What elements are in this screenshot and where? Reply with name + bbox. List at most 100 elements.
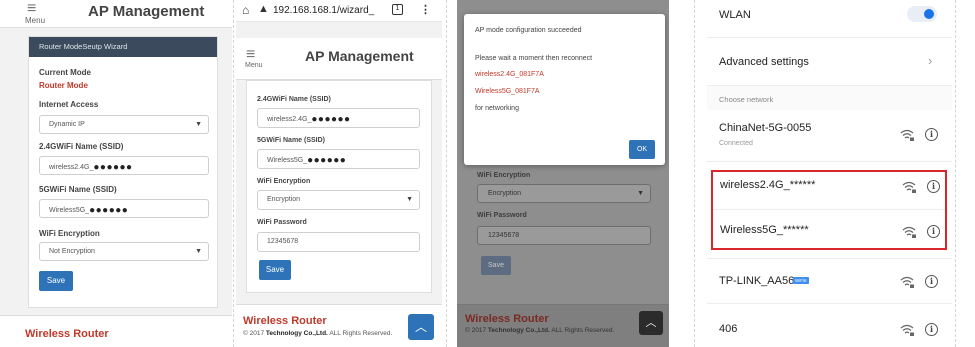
dimmed-save-button: Save: [481, 256, 511, 275]
footer-brand: Wireless Router: [465, 313, 549, 325]
wifi-lock-icon: [902, 226, 916, 238]
ssid24-prefix: wireless2.4G_: [267, 116, 312, 123]
dimmed-password-label: WiFi Password: [477, 212, 527, 219]
divider: [233, 0, 234, 347]
footer-brand: Wireless Router: [243, 315, 327, 327]
dimmed-encryption-label: WiFi Encryption: [477, 172, 531, 179]
current-mode-value: Router Mode: [39, 81, 88, 90]
footer-copyright: © 2017 Technology Co.,Ltd. ALL Rights Re…: [465, 327, 614, 334]
chevron-down-icon: ▼: [195, 248, 202, 255]
wifi-lock-icon: [902, 181, 916, 193]
password-label: WiFi Password: [257, 219, 307, 226]
scroll-top-button[interactable]: ︿: [408, 314, 434, 340]
ok-button[interactable]: OK: [629, 140, 655, 159]
network-name: wireless2.4G_******: [720, 179, 816, 191]
warning-icon: ▲: [258, 3, 269, 15]
dimmed-password-input: 12345678: [477, 226, 651, 245]
dialog-message-networking: for networking: [475, 105, 519, 112]
wifi6-badge: WiFi6: [793, 277, 809, 284]
dialog-ssid-24: wireless2.4G_081F7A: [475, 71, 544, 78]
network-name: TP-LINK_AA56: [719, 275, 795, 287]
url-text[interactable]: 192.168.168.1/wizard_: [273, 5, 374, 16]
network-row[interactable]: TP-LINK_AA56 WiFi6 i: [707, 258, 952, 304]
footer-brand: Wireless Router: [25, 328, 109, 340]
ssid24-input[interactable]: wireless2.4G_●●●●●●: [257, 108, 420, 128]
save-button[interactable]: Save: [259, 260, 291, 280]
more-icon[interactable]: ⋮: [420, 3, 431, 16]
toggle-knob: [924, 9, 934, 19]
chevron-up-icon: ︿: [645, 317, 657, 329]
internet-access-select[interactable]: Dynamic IP ▼: [39, 115, 209, 134]
wlan-row[interactable]: WLAN: [707, 0, 952, 38]
encryption-label: WiFi Encryption: [257, 178, 311, 185]
password-value: 12345678: [488, 232, 520, 239]
wlan-toggle[interactable]: [907, 6, 937, 22]
encryption-label: WiFi Encryption: [39, 229, 100, 238]
password-input[interactable]: 12345678: [257, 232, 420, 252]
internet-access-label: Internet Access: [39, 100, 99, 109]
dimmed-footer: Wireless Router © 2017 Technology Co.,Lt…: [457, 304, 669, 347]
chevron-up-icon: ︿: [414, 320, 427, 334]
copyright-rights: ALL Rights Reserved.: [551, 327, 615, 334]
tab-count-icon[interactable]: 1: [392, 4, 403, 15]
network-name: Wireless5G_******: [720, 224, 809, 236]
wifi-lock-icon: [900, 276, 914, 288]
advanced-settings-row[interactable]: Advanced settings ›: [707, 38, 952, 86]
copyright-rights: ALL Rights Reserved.: [329, 330, 393, 337]
app-title: AP Management: [88, 3, 205, 20]
highlighted-networks: wireless2.4G_****** i Wireless5G_****** …: [711, 170, 947, 250]
copyright-company: Technology Co.,Ltd.: [487, 327, 550, 334]
choose-network-header: Choose network: [707, 86, 952, 110]
ssid5-input[interactable]: Wireless5G_●●●●●●: [39, 199, 209, 218]
info-icon[interactable]: i: [925, 275, 938, 288]
app-header: ≡ Menu AP Management: [0, 0, 232, 28]
current-mode-label: Current Mode: [39, 68, 91, 77]
menu-icon[interactable]: ≡: [246, 47, 255, 63]
ssid5-input[interactable]: Wireless5G_●●●●●●: [257, 149, 420, 169]
divider: [955, 0, 956, 347]
dialog-message-wait: Please wait a moment then reconnect: [475, 55, 593, 62]
password-value: 12345678: [267, 238, 299, 245]
panel-wifi-settings: ⌂ ▲ 192.168.168.1/wizard_ 1 ⋮ ≡ Menu AP …: [236, 0, 442, 347]
info-icon[interactable]: i: [927, 225, 940, 238]
save-button[interactable]: Save: [39, 271, 73, 291]
copyright-year: © 2017: [465, 327, 487, 334]
menu-icon[interactable]: ≡: [27, 1, 36, 17]
dimmed-encryption-select: Encryption ▼: [477, 184, 651, 203]
scroll-top-button[interactable]: ︿: [639, 311, 663, 335]
footer: Wireless Router © 2017 Technology Co.,Lt…: [236, 304, 442, 347]
app-title: AP Management: [305, 48, 414, 64]
network-row[interactable]: wireless2.4G_****** i: [713, 172, 945, 210]
footer: Wireless Router: [0, 315, 232, 347]
advanced-settings-label: Advanced settings: [719, 56, 809, 68]
encryption-value: Encryption: [488, 190, 522, 197]
home-icon[interactable]: ⌂: [242, 3, 249, 17]
encryption-select[interactable]: Encryption ▼: [257, 190, 420, 210]
browser-bar: ⌂ ▲ 192.168.168.1/wizard_ 1 ⋮: [236, 0, 442, 22]
ssid24-label: 2.4GWiFi Name (SSID): [39, 142, 124, 151]
choose-network-label: Choose network: [719, 95, 774, 104]
copyright-year: © 2017: [243, 330, 265, 337]
info-icon[interactable]: i: [927, 180, 940, 193]
network-row[interactable]: Wireless5G_****** i: [713, 210, 945, 248]
network-name: 406: [719, 323, 738, 335]
ssid24-mask: ●●●●●●: [93, 162, 133, 173]
network-name: ChinaNet-5G-0055: [719, 122, 812, 134]
ssid24-prefix: wireless2.4G_: [49, 164, 94, 171]
info-icon[interactable]: i: [925, 128, 938, 141]
ssid24-input[interactable]: wireless2.4G_●●●●●●: [39, 156, 209, 175]
wizard-card: Router ModeSeutp Wizard Current Mode Rou…: [28, 36, 218, 308]
settings-card: 2.4GWiFi Name (SSID) wireless2.4G_●●●●●●…: [246, 80, 432, 293]
network-row[interactable]: 406 i: [707, 304, 952, 347]
chevron-down-icon: ▼: [195, 121, 202, 128]
encryption-value: Not Encryption: [49, 248, 95, 255]
ssid5-label: 5GWiFi Name (SSID): [39, 185, 117, 194]
info-icon[interactable]: i: [925, 323, 938, 336]
panel-router-wizard: ≡ Menu AP Management Router ModeSeutp Wi…: [0, 0, 232, 347]
encryption-select[interactable]: Not Encryption ▼: [39, 242, 209, 261]
ssid5-label: 5GWiFi Name (SSID): [257, 137, 326, 144]
ssid5-prefix: Wireless5G_: [49, 207, 90, 214]
network-row[interactable]: ChinaNet-5G-0055 Connected i: [707, 110, 952, 162]
wifi-lock-icon: [900, 129, 914, 141]
ssid24-mask: ●●●●●●: [311, 114, 351, 125]
